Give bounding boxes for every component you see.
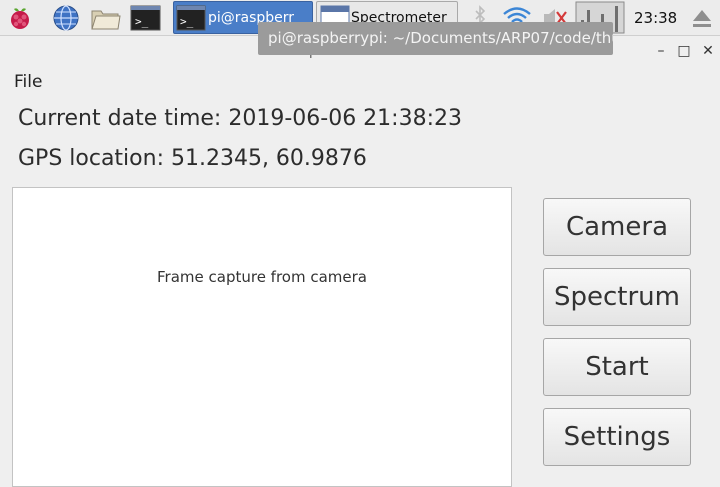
terminal-icon: >_ bbox=[176, 5, 206, 31]
svg-text:>_: >_ bbox=[180, 15, 194, 28]
close-icon[interactable]: ✕ bbox=[699, 42, 717, 60]
eject-icon[interactable] bbox=[690, 0, 714, 36]
gps-label: GPS location: 51.2345, 60.9876 bbox=[18, 146, 367, 171]
camera-frame: Frame capture from camera bbox=[12, 187, 512, 487]
camera-button[interactable]: Camera bbox=[543, 198, 691, 256]
raspberry-menu-icon[interactable] bbox=[6, 4, 34, 32]
settings-button[interactable]: Settings bbox=[543, 408, 691, 466]
svg-text:>_: >_ bbox=[135, 15, 149, 28]
menubar: File bbox=[0, 66, 720, 96]
minimize-icon[interactable]: – bbox=[652, 42, 670, 60]
frame-placeholder-label: Frame capture from camera bbox=[157, 268, 367, 286]
datetime-label: Current date time: 2019-06-06 21:38:23 bbox=[18, 106, 462, 131]
folder-icon[interactable] bbox=[90, 4, 121, 32]
terminal-icon[interactable]: >_ bbox=[130, 4, 161, 32]
window-tooltip: pi@raspberrypi: ~/Documents/ARP07/code/t… bbox=[258, 22, 613, 55]
spectrum-button[interactable]: Spectrum bbox=[543, 268, 691, 326]
menu-file[interactable]: File bbox=[14, 72, 42, 92]
clock: 23:38 bbox=[634, 9, 678, 27]
maximize-icon[interactable]: □ bbox=[675, 42, 693, 60]
globe-icon[interactable] bbox=[52, 4, 80, 32]
start-button[interactable]: Start bbox=[543, 338, 691, 396]
